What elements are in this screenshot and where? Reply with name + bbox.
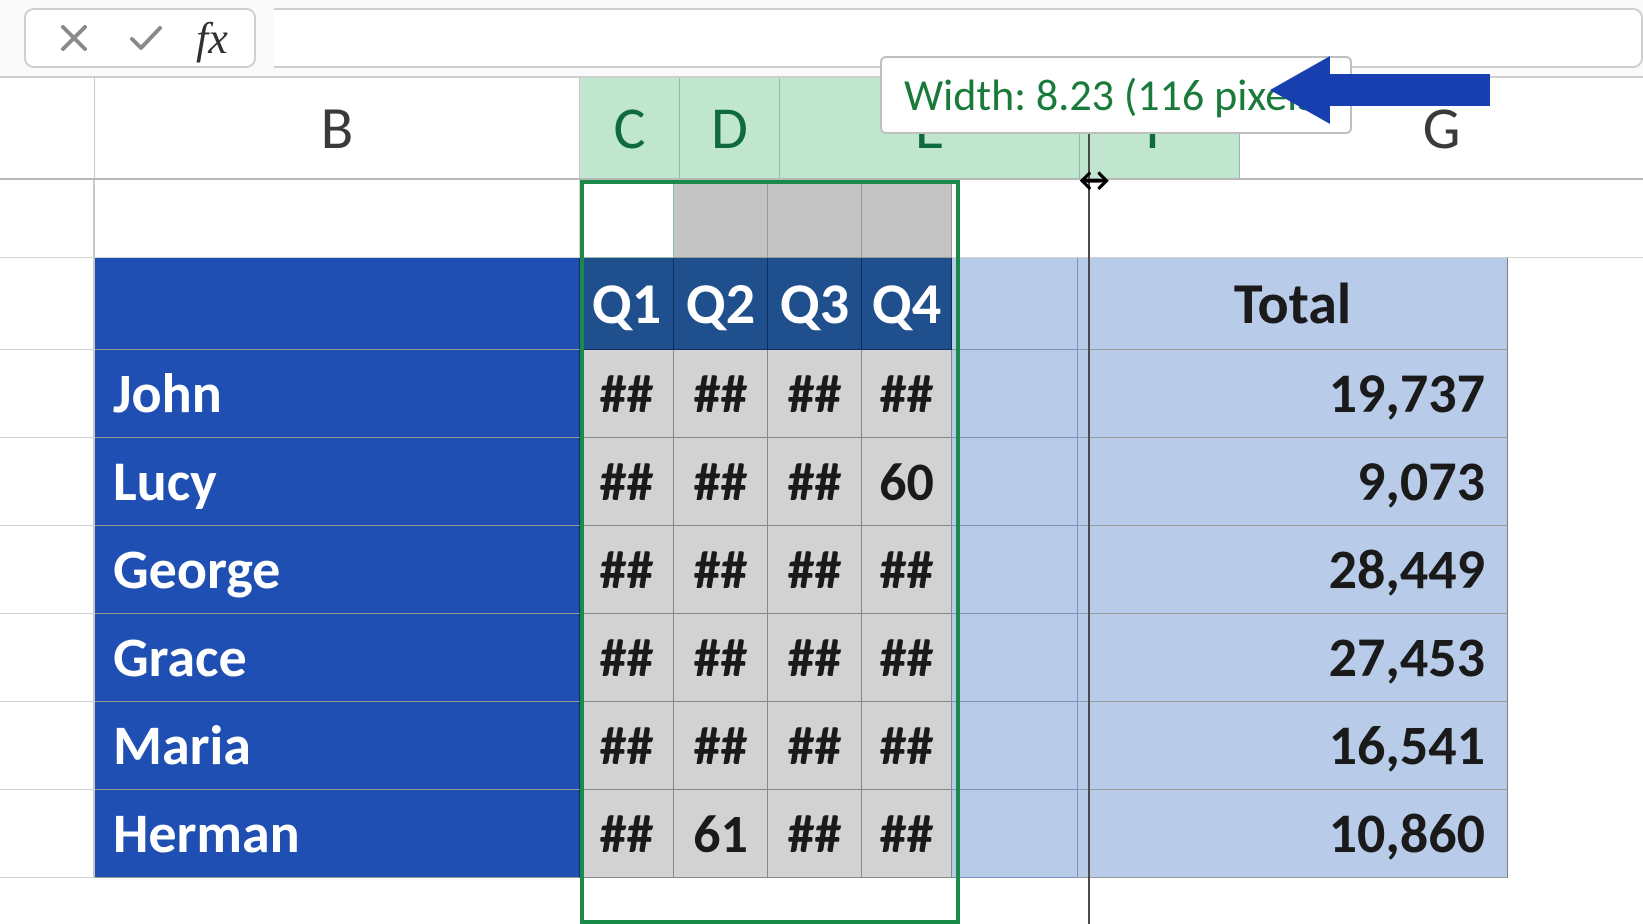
cell-q3[interactable]: ## — [768, 526, 862, 614]
cell-name-header[interactable] — [95, 258, 580, 350]
cell-q3-header[interactable]: Q3 — [768, 258, 862, 350]
cell-q2[interactable]: ## — [674, 438, 768, 526]
cell-q4[interactable]: 60 — [862, 438, 952, 526]
cell[interactable] — [674, 180, 768, 258]
arrow-annotation-icon — [1270, 50, 1490, 130]
cell-name[interactable]: Grace — [95, 614, 580, 702]
fx-icon[interactable]: fx — [196, 13, 228, 64]
cell[interactable] — [95, 180, 580, 258]
cell[interactable] — [580, 180, 674, 258]
select-all-corner[interactable] — [0, 78, 95, 178]
row-header[interactable] — [0, 180, 95, 258]
table-row: Maria########16,541 — [0, 702, 1643, 790]
cell-total[interactable]: 28,449 — [1078, 526, 1508, 614]
cell-name[interactable]: Lucy — [95, 438, 580, 526]
cell[interactable] — [952, 702, 1078, 790]
cell-q4[interactable]: ## — [862, 614, 952, 702]
cell-total[interactable]: 9,073 — [1078, 438, 1508, 526]
cell-q2[interactable]: ## — [674, 350, 768, 438]
cell-total-header[interactable]: Total — [1078, 258, 1508, 350]
cell-name[interactable]: Herman — [95, 790, 580, 878]
cell-q3[interactable]: ## — [768, 438, 862, 526]
cell[interactable] — [952, 258, 1078, 350]
cell-q1[interactable]: ## — [580, 790, 674, 878]
formula-bar-controls: fx — [24, 8, 256, 68]
cell[interactable] — [952, 526, 1078, 614]
table-row: George########28,449 — [0, 526, 1643, 614]
cell[interactable] — [952, 614, 1078, 702]
cell-q1[interactable]: ## — [580, 350, 674, 438]
cell-name[interactable]: George — [95, 526, 580, 614]
row-header[interactable] — [0, 614, 95, 702]
cell-name[interactable]: Maria — [95, 702, 580, 790]
table-header-row: Q1 Q2 Q3 Q4 Total — [0, 258, 1643, 350]
table-row — [0, 180, 1643, 258]
row-header[interactable] — [0, 790, 95, 878]
cell-q4[interactable]: ## — [862, 526, 952, 614]
column-header-C[interactable]: C — [580, 78, 680, 178]
cell-total[interactable]: 19,737 — [1078, 350, 1508, 438]
cell-q1-header[interactable]: Q1 — [580, 258, 674, 350]
cell[interactable] — [952, 350, 1078, 438]
table-row: Lucy######609,073 — [0, 438, 1643, 526]
cancel-icon[interactable] — [52, 16, 96, 60]
table-row: Herman##61####10,860 — [0, 790, 1643, 878]
cell-q2[interactable]: ## — [674, 702, 768, 790]
cell-q1[interactable]: ## — [580, 614, 674, 702]
cell-q4-header[interactable]: Q4 — [862, 258, 952, 350]
row-header[interactable] — [0, 258, 95, 350]
cell[interactable] — [952, 180, 1643, 258]
cell[interactable] — [952, 790, 1078, 878]
cell-q2-header[interactable]: Q2 — [674, 258, 768, 350]
resize-cursor-icon: ↔ — [1072, 160, 1117, 201]
row-header[interactable] — [0, 350, 95, 438]
resize-guide-line — [1088, 78, 1090, 924]
table-row: John########19,737 — [0, 350, 1643, 438]
cell-q4[interactable]: ## — [862, 702, 952, 790]
cell-q4[interactable]: ## — [862, 790, 952, 878]
row-header[interactable] — [0, 526, 95, 614]
cell-total[interactable]: 10,860 — [1078, 790, 1508, 878]
cell-q2[interactable]: 61 — [674, 790, 768, 878]
cell[interactable] — [952, 438, 1078, 526]
row-header[interactable] — [0, 702, 95, 790]
cell-q3[interactable]: ## — [768, 350, 862, 438]
table-row: Grace########27,453 — [0, 614, 1643, 702]
cell-name[interactable]: John — [95, 350, 580, 438]
cell-total[interactable]: 27,453 — [1078, 614, 1508, 702]
confirm-icon[interactable] — [124, 16, 168, 60]
cell-q4[interactable]: ## — [862, 350, 952, 438]
cell-q2[interactable]: ## — [674, 526, 768, 614]
column-header-D[interactable]: D — [680, 78, 780, 178]
cell[interactable] — [862, 180, 952, 258]
cell-q1[interactable]: ## — [580, 438, 674, 526]
cell-q2[interactable]: ## — [674, 614, 768, 702]
cell-q3[interactable]: ## — [768, 614, 862, 702]
cell-total[interactable]: 16,541 — [1078, 702, 1508, 790]
cell-q1[interactable]: ## — [580, 526, 674, 614]
grid-area[interactable]: Q1 Q2 Q3 Q4 Total John########19,737Lucy… — [0, 180, 1643, 924]
row-header[interactable] — [0, 438, 95, 526]
cell-q3[interactable]: ## — [768, 702, 862, 790]
cell-q3[interactable]: ## — [768, 790, 862, 878]
cell[interactable] — [768, 180, 862, 258]
column-header-B[interactable]: B — [95, 78, 580, 178]
cell-q1[interactable]: ## — [580, 702, 674, 790]
